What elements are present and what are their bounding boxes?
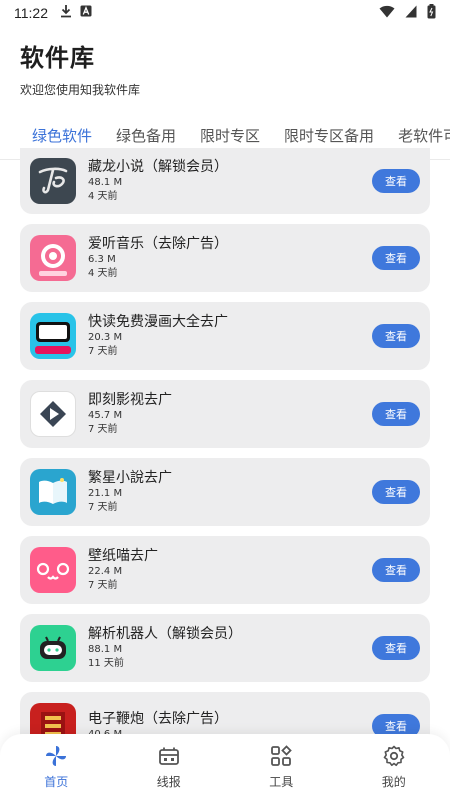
app-date: 7 天前 [88, 346, 118, 357]
list-item[interactable]: 爱听音乐（去除广告） 6.3 M 4 天前 查看 [20, 224, 430, 292]
battery-icon [427, 3, 436, 23]
app-size: 48.1 M [88, 177, 123, 188]
list-item[interactable]: 即刻影视去广 45.7 M 7 天前 查看 [20, 380, 430, 448]
app-name: 电子鞭炮（去除广告） [88, 711, 228, 727]
app-name: 即刻影视去广 [88, 392, 172, 408]
list-item[interactable]: 壁纸喵去广 22.4 M 7 天前 查看 [20, 536, 430, 604]
music-disc-icon [30, 235, 76, 281]
nav-label: 首页 [44, 774, 69, 789]
list-item[interactable]: 解析机器人（解锁会员） 88.1 M 11 天前 查看 [20, 614, 430, 682]
nav-tools[interactable]: 工具 [225, 734, 338, 800]
dragon-novel-icon [30, 158, 76, 204]
app-size: 6.3 M [88, 254, 116, 265]
app-name: 解析机器人（解锁会员） [88, 626, 242, 642]
nav-news[interactable]: 线报 [113, 734, 226, 800]
cat-face-icon [30, 547, 76, 593]
page-subtitle: 欢迎您使用知我软件库 [20, 83, 141, 97]
app-size: 20.3 M [88, 332, 123, 343]
app-name: 繁星小說去广 [88, 470, 172, 486]
nav-label: 我的 [381, 774, 406, 789]
wifi-icon [379, 5, 395, 22]
page-title: 软件库 [20, 44, 95, 72]
bottom-nav: 首页 线报 工具 我的 [0, 734, 450, 800]
status-bar: 11:22 [0, 0, 450, 26]
app-size: 45.7 M [88, 410, 123, 421]
robot-icon [30, 625, 76, 671]
page-header: 软件库 欢迎您使用知我软件库 [0, 26, 450, 98]
nav-label: 工具 [269, 774, 294, 789]
signal-icon [405, 5, 417, 22]
app-list: 藏龙小说（解锁会员） 48.1 M 4 天前 查看 爱听音乐（去除广告） 6.3… [20, 148, 430, 770]
app-name: 快读免费漫画大全去广 [88, 314, 228, 330]
view-button[interactable]: 查看 [372, 169, 420, 193]
manga-icon [30, 313, 76, 359]
view-button[interactable]: 查看 [372, 558, 420, 582]
app-name: 壁纸喵去广 [88, 548, 158, 564]
app-size: 22.4 M [88, 566, 123, 577]
app-date: 4 天前 [88, 268, 118, 279]
view-button[interactable]: 查看 [372, 246, 420, 270]
open-book-icon [30, 469, 76, 515]
app-date: 7 天前 [88, 580, 118, 591]
a-badge-icon [80, 5, 92, 21]
app-size: 88.1 M [88, 644, 123, 655]
view-button[interactable]: 查看 [372, 402, 420, 426]
list-item[interactable]: 繁星小說去广 21.1 M 7 天前 查看 [20, 458, 430, 526]
nav-label: 线报 [156, 774, 181, 789]
nav-home[interactable]: 首页 [0, 734, 113, 800]
app-date: 11 天前 [88, 658, 124, 669]
view-button[interactable]: 查看 [372, 324, 420, 348]
app-date: 4 天前 [88, 191, 118, 202]
gear-icon [382, 745, 406, 767]
view-button[interactable]: 查看 [372, 636, 420, 660]
video-play-icon [30, 391, 76, 437]
list-item[interactable]: 快读免费漫画大全去广 20.3 M 7 天前 查看 [20, 302, 430, 370]
app-name: 藏龙小说（解锁会员） [88, 159, 228, 175]
news-box-icon [157, 745, 181, 767]
pinwheel-icon [44, 745, 68, 767]
nav-mine[interactable]: 我的 [338, 734, 450, 800]
view-button[interactable]: 查看 [372, 480, 420, 504]
list-item[interactable]: 藏龙小说（解锁会员） 48.1 M 4 天前 查看 [20, 148, 430, 214]
app-size: 21.1 M [88, 488, 123, 499]
app-date: 7 天前 [88, 424, 118, 435]
app-name: 爱听音乐（去除广告） [88, 236, 228, 252]
status-time: 11:22 [14, 5, 48, 21]
tools-grid-icon [269, 744, 293, 767]
download-icon [60, 4, 72, 22]
app-date: 7 天前 [88, 502, 118, 513]
